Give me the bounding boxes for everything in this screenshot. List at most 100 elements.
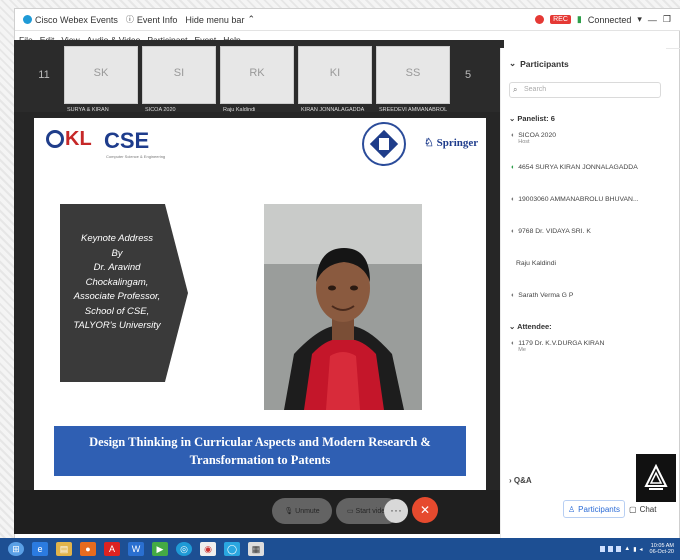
avatar-icon: ◐ (511, 196, 516, 203)
system-tray: ▲ ▮ ◂ 10:05 AM 06-Oct-20 (600, 543, 680, 555)
microphone-icon: 🎙 (284, 508, 294, 515)
chrome-icon[interactable]: ◉ (200, 542, 216, 556)
clock-date: 06-Oct-20 (649, 549, 674, 555)
webex-icon (23, 15, 32, 24)
panel-header: ⌄ Participants (509, 58, 569, 69)
app-watermark-logo (636, 454, 676, 502)
app-title: Cisco Webex Events (23, 15, 118, 25)
participant-name: 19003060 AMMANABROLU BHUVAN... (518, 196, 639, 203)
participant-name: 9768 Dr. VIDAYA SRI. K (518, 228, 591, 235)
connection-status[interactable]: Connected (588, 15, 632, 25)
participant-row[interactable]: ◐ 19003060 AMMANABROLU BHUVAN... (511, 196, 661, 203)
avatar-icon (511, 260, 513, 267)
document-icon[interactable]: ▦ (248, 542, 264, 556)
tray-icon[interactable] (608, 546, 614, 552)
minimize-button[interactable]: — (648, 15, 657, 25)
search-icon: ⌕ (513, 85, 518, 94)
kl-logo-ring-icon (46, 130, 64, 148)
video-thumbnail[interactable]: SS SREEDEVI AMMANABROLU (376, 46, 450, 113)
keynote-line: School of CSE, (84, 305, 150, 317)
video-thumbnail[interactable]: RK Raju Kaldindi (220, 46, 294, 113)
people-icon: ♙ (568, 504, 576, 514)
participant-name: 4654 SURYA KIRAN JONNALAGADDA (518, 164, 638, 171)
microphone-icon: ◐ (511, 164, 516, 171)
triangle-logo-icon (644, 464, 668, 490)
webex-meetings-icon[interactable]: ◯ (224, 542, 240, 556)
panel-title: Participants (520, 58, 569, 69)
talk-title-banner: Design Thinking in Curricular Aspects an… (54, 426, 466, 476)
talk-title-line1: Design Thinking in Curricular Aspects an… (89, 435, 431, 449)
firefox-icon[interactable]: ● (80, 542, 96, 556)
tray-icon[interactable] (616, 546, 622, 552)
thumb-nav-left[interactable]: 11 (34, 60, 54, 90)
thumb-name: SICOA 2020 (145, 107, 176, 113)
participant-row[interactable]: ◐ 1179 Dr. K.V.DURGA KIRAN Me (511, 340, 661, 353)
event-info-button[interactable]: ⓘ Event Info (126, 14, 178, 25)
participant-name: SICOA 2020 (518, 132, 557, 139)
system-clock[interactable]: 10:05 AM 06-Oct-20 (650, 543, 674, 555)
thumb-nav-right[interactable]: 5 (458, 60, 478, 90)
keynote-line: Keynote Address (81, 233, 153, 244)
participants-tab-button[interactable]: ♙ Participants (563, 500, 625, 518)
recording-icon (535, 15, 545, 24)
webex-taskbar-icon[interactable]: ◎ (176, 542, 192, 556)
media-icon[interactable]: ▶ (152, 542, 168, 556)
network-icon[interactable]: ▮ (633, 546, 636, 553)
start-button-icon[interactable]: ⊞ (8, 542, 24, 556)
chevron-down-icon[interactable]: ⌄ (509, 58, 516, 69)
more-options-button[interactable]: ··· (384, 499, 408, 523)
volume-icon[interactable]: ◂ (640, 546, 643, 553)
speaker-photo (264, 204, 422, 410)
ie-icon[interactable]: e (32, 542, 48, 556)
rec-badge: REC (550, 15, 571, 24)
thumb-initials: SS (405, 67, 421, 79)
thumb-initials: SI (173, 67, 185, 79)
chat-tab-button[interactable]: ▢ Chat (625, 500, 660, 518)
video-thumbnail[interactable]: SI SICOA 2020 (142, 46, 216, 113)
restore-button[interactable]: ❐ (663, 14, 671, 25)
panelists-group-label[interactable]: ⌄ Panelist: 6 (509, 114, 555, 123)
participant-search-input[interactable]: Search (509, 82, 661, 98)
thumb-initials: KI (329, 67, 341, 79)
avatar-icon: ◐ (511, 340, 516, 347)
thumb-name: KIRAN JONNALAGADDA (301, 107, 365, 113)
tray-icon[interactable] (600, 546, 606, 552)
phone-icon: ◐ (511, 228, 516, 235)
participant-row[interactable]: ◐ 4654 SURYA KIRAN JONNALAGADDA (511, 164, 661, 171)
camera-icon: ▭ (346, 508, 354, 515)
video-thumbnail[interactable]: KI KIRAN JONNALAGADDA (298, 46, 372, 113)
participant-row[interactable]: ◐ 9768 Dr. VIDAYA SRI. K (511, 228, 661, 235)
title-bar: Cisco Webex Events ⓘ Event Info Hide men… (15, 9, 680, 31)
video-thumbnail[interactable]: SK SURYA & KIRAN (64, 46, 138, 113)
keynote-line: Dr. Aravind Chockalingam, (85, 262, 149, 288)
up-arrow-icon[interactable]: ▲ (624, 546, 630, 552)
thumb-name: Raju Kaldindi (223, 107, 256, 113)
avatar-icon: ◐ (511, 132, 516, 139)
springer-logo: ♘ Springer (424, 137, 479, 149)
participant-row[interactable]: ◐ Sarath Verma G P (511, 292, 661, 299)
info-icon: ⓘ (125, 15, 134, 24)
file-explorer-icon[interactable]: ▤ (56, 542, 72, 556)
qna-section-toggle[interactable]: › Q&A (509, 476, 532, 485)
keynote-box: Keynote Address By Dr. Aravind Chockalin… (60, 204, 188, 382)
meeting-stage: 11 SK SURYA & KIRAN SI SICOA 2020 RK Raj… (14, 40, 504, 510)
cse-subtitle: Computer Science & Engineering (106, 154, 166, 159)
talk-title-line2: Transformation to Patents (189, 453, 331, 467)
pdf-reader-icon[interactable]: A (104, 542, 120, 556)
chevron-down-icon[interactable]: ▾ (637, 14, 642, 25)
hide-menu-bar-button[interactable]: Hide menu bar ⌃ (185, 14, 255, 25)
unmute-button[interactable]: 🎙 Unmute (272, 498, 332, 524)
end-call-button[interactable]: ✕ (412, 497, 438, 523)
participant-name: Sarath Verma G P (518, 292, 574, 299)
thumb-name: SREEDEVI AMMANABROLU (379, 107, 447, 113)
meeting-controls: 🎙 Unmute ▭ Start video ··· ✕ (14, 490, 504, 534)
participant-row[interactable]: Raju Kaldindi (511, 260, 661, 267)
chat-icon: ▢ (629, 504, 637, 514)
participant-role: Me (518, 347, 526, 353)
windows-taskbar: ⊞ e ▤ ● A W ▶ ◎ ◉ ◯ ▦ ▲ ▮ ◂ 10:05 AM 06-… (0, 538, 680, 560)
participant-row[interactable]: ◐ SICOA 2020 Host (511, 132, 661, 145)
kl-logo: KL (46, 128, 92, 151)
word-icon[interactable]: W (128, 542, 144, 556)
attendees-group-label[interactable]: ⌄ Attendee: (509, 322, 552, 331)
keynote-line: By (111, 247, 123, 259)
